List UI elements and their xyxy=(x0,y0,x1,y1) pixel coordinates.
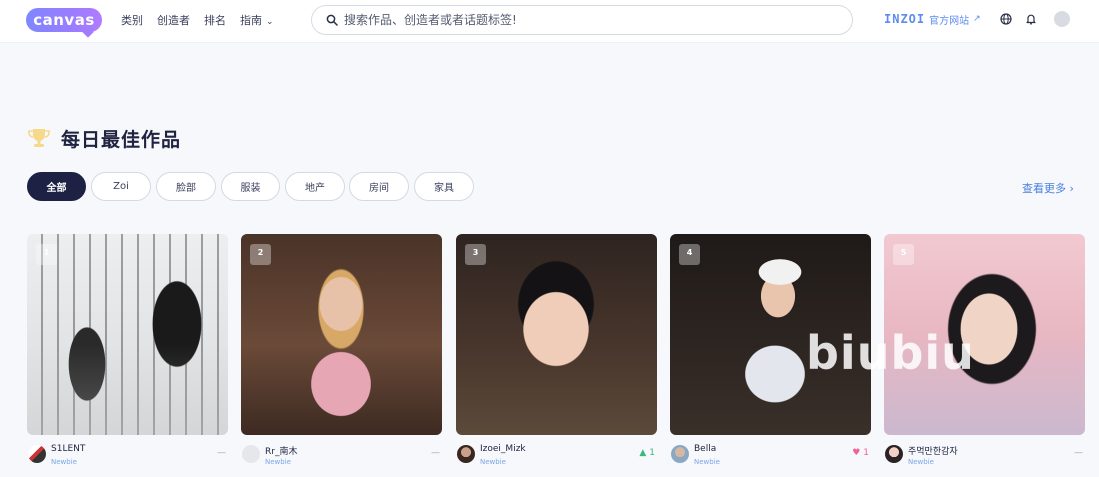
card-meta: ♥ 1 xyxy=(852,448,869,458)
search-input[interactable] xyxy=(344,13,824,27)
card-meta: — xyxy=(217,448,226,458)
top-navigation-bar: canvas 类别 创造者 排名 指南 ⌄ INZOI 官方网站 ↗ xyxy=(0,0,1099,42)
rank-badge: 1 xyxy=(36,244,57,265)
author-avatar[interactable] xyxy=(457,445,475,463)
section-header: 每日最佳作品 xyxy=(27,124,181,152)
author-name[interactable]: Bella xyxy=(694,444,716,454)
rank-change: 1 xyxy=(649,448,655,458)
logo-text: canvas xyxy=(33,11,95,29)
see-more-label: 查看更多 xyxy=(1022,182,1066,195)
inzoi-wordmark: INZOI xyxy=(884,12,926,26)
filter-chip-room[interactable]: 房间 xyxy=(349,172,409,201)
rank-badge: 5 xyxy=(893,244,914,265)
nav-guide[interactable]: 指南 ⌄ xyxy=(240,12,274,28)
author-avatar[interactable] xyxy=(242,445,260,463)
artwork-card[interactable]: 1 S1LENT Newbie — xyxy=(27,234,228,470)
see-more-link[interactable]: 查看更多 › xyxy=(1022,180,1074,196)
author-name[interactable]: S1LENT xyxy=(51,444,85,454)
arrow-up-icon: ▲ xyxy=(639,448,647,458)
watermark: biubiu xyxy=(806,326,975,380)
card-meta: ▲ 1 xyxy=(639,448,655,458)
author-avatar[interactable] xyxy=(28,445,46,463)
author-level: Newbie xyxy=(694,458,720,466)
canvas-logo[interactable]: canvas xyxy=(26,8,102,38)
globe-icon[interactable] xyxy=(999,12,1013,26)
filter-chip-furniture[interactable]: 家具 xyxy=(414,172,474,201)
trophy-icon xyxy=(28,129,50,147)
author-level: Newbie xyxy=(265,458,291,466)
author-level: Newbie xyxy=(51,458,77,466)
nav-ranking[interactable]: 排名 xyxy=(204,12,226,28)
filter-chip-clothing[interactable]: 服装 xyxy=(221,172,280,201)
nav-guide-label: 指南 xyxy=(240,14,262,27)
chevron-down-icon: ⌄ xyxy=(266,17,274,27)
filter-chip-estate[interactable]: 地产 xyxy=(285,172,345,201)
like-count: 1 xyxy=(863,448,869,458)
artwork-thumbnail[interactable]: 1 xyxy=(27,234,228,435)
author-avatar[interactable] xyxy=(885,445,903,463)
filter-chip-zoi[interactable]: Zoi xyxy=(91,172,151,201)
artwork-thumbnail[interactable]: 3 xyxy=(456,234,657,435)
card-footer: Rr_南木 Newbie — xyxy=(241,443,442,469)
filter-chip-face[interactable]: 脸部 xyxy=(156,172,216,201)
author-name[interactable]: Izoei_Mizk xyxy=(480,444,526,454)
artwork-card[interactable]: 3 Izoei_Mizk Newbie ▲ 1 xyxy=(456,234,657,470)
nav-categories[interactable]: 类别 xyxy=(121,12,143,28)
author-name[interactable]: 주먹만한감자 xyxy=(908,444,958,457)
card-footer: Bella Newbie ♥ 1 xyxy=(670,443,871,469)
heart-icon[interactable]: ♥ xyxy=(852,448,860,458)
user-avatar[interactable] xyxy=(1054,11,1070,27)
rank-badge: 3 xyxy=(465,244,486,265)
author-avatar[interactable] xyxy=(671,445,689,463)
chevron-right-icon: › xyxy=(1069,182,1074,195)
external-link-icon: ↗ xyxy=(973,14,981,24)
artwork-thumbnail[interactable]: 2 xyxy=(241,234,442,435)
card-meta: — xyxy=(431,448,440,458)
bell-icon[interactable] xyxy=(1024,12,1038,26)
official-site-link[interactable]: INZOI 官方网站 ↗ xyxy=(884,11,981,27)
author-level: Newbie xyxy=(908,458,934,466)
card-footer: 주먹만한감자 Newbie — xyxy=(884,443,1085,469)
official-site-label: 官方网站 xyxy=(929,15,970,27)
author-level: Newbie xyxy=(480,458,506,466)
card-footer: Izoei_Mizk Newbie ▲ 1 xyxy=(456,443,657,469)
filter-chip-all[interactable]: 全部 xyxy=(27,172,86,201)
card-meta: — xyxy=(1074,448,1083,458)
search-icon xyxy=(326,14,338,26)
section-title: 每日最佳作品 xyxy=(61,128,182,151)
rank-badge: 2 xyxy=(250,244,271,265)
artwork-card[interactable]: 2 Rr_南木 Newbie — xyxy=(241,234,442,470)
author-name[interactable]: Rr_南木 xyxy=(265,444,297,457)
card-footer: S1LENT Newbie — xyxy=(27,443,228,469)
search-bar[interactable] xyxy=(311,5,853,35)
nav-creators[interactable]: 创造者 xyxy=(157,12,190,28)
rank-badge: 4 xyxy=(679,244,700,265)
